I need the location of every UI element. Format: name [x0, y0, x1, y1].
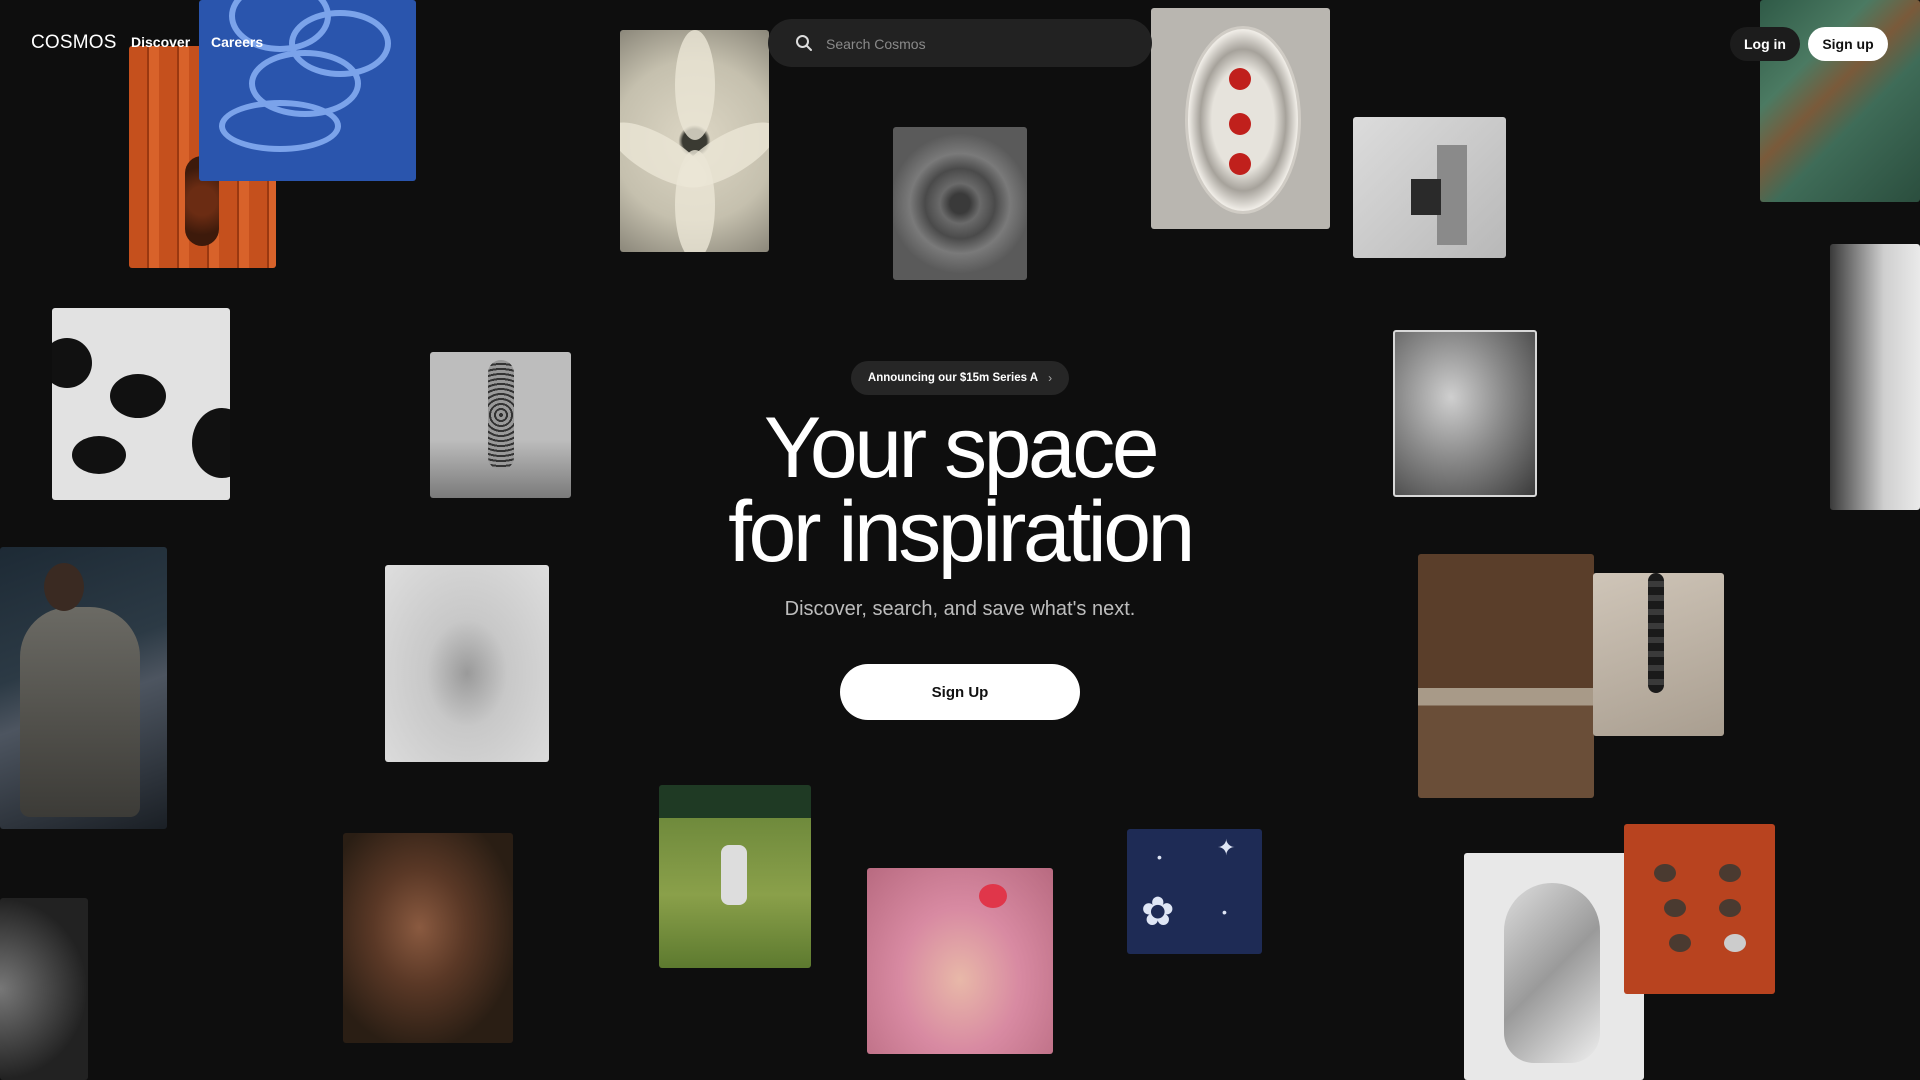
glass-vase-image[interactable] [1464, 853, 1644, 1080]
hero-subtitle: Discover, search, and save what's next. [784, 598, 1136, 620]
cyanotype-flowers-image[interactable]: ✿ ✦ • • [1127, 829, 1262, 954]
nav-careers-link[interactable]: Careers [211, 34, 263, 50]
sculpture-face-image[interactable] [1393, 330, 1537, 497]
paper-box-image[interactable] [1353, 117, 1506, 258]
search-input[interactable] [824, 19, 1128, 69]
woman-portrait-image[interactable] [343, 833, 513, 1043]
announcement-text: Announcing our $15m Series A [867, 372, 1039, 384]
black-spots-image[interactable] [52, 308, 230, 500]
textured-circle-image[interactable] [893, 127, 1027, 280]
hero-title-line-1: Your space [763, 400, 1160, 496]
braided-hair-image[interactable] [1593, 573, 1724, 736]
hero-title: Your space for inspiration [660, 405, 1260, 575]
meadow-handstand-image[interactable] [659, 785, 811, 968]
login-button[interactable]: Log in [1730, 27, 1800, 61]
stones-image[interactable] [1624, 824, 1775, 994]
chevron-right-icon: › [1048, 371, 1053, 385]
signup-cta-button[interactable]: Sign Up [840, 664, 1080, 720]
dancers-image[interactable] [385, 565, 549, 762]
kitchen-interior-image[interactable] [1418, 554, 1594, 798]
pink-makeup-face-image[interactable] [867, 868, 1053, 1054]
seated-man-image[interactable] [0, 547, 167, 829]
signup-header-button[interactable]: Sign up [1808, 27, 1888, 61]
dotted-figure-image[interactable] [430, 352, 571, 498]
search-bar[interactable] [768, 19, 1152, 69]
glass-bottle-image[interactable] [1830, 244, 1920, 510]
top-nav-bar: COSMOS Discover Careers Log in Sign up [0, 0, 1920, 86]
nav-discover-link[interactable]: Discover [131, 34, 190, 50]
search-icon [796, 35, 812, 51]
announcement-pill[interactable]: Announcing our $15m Series A › [851, 361, 1069, 395]
cosmos-logo[interactable]: COSMOS [31, 32, 117, 54]
hero-title-line-2: for inspiration [728, 484, 1195, 580]
shadow-texture-image[interactable] [0, 898, 88, 1080]
